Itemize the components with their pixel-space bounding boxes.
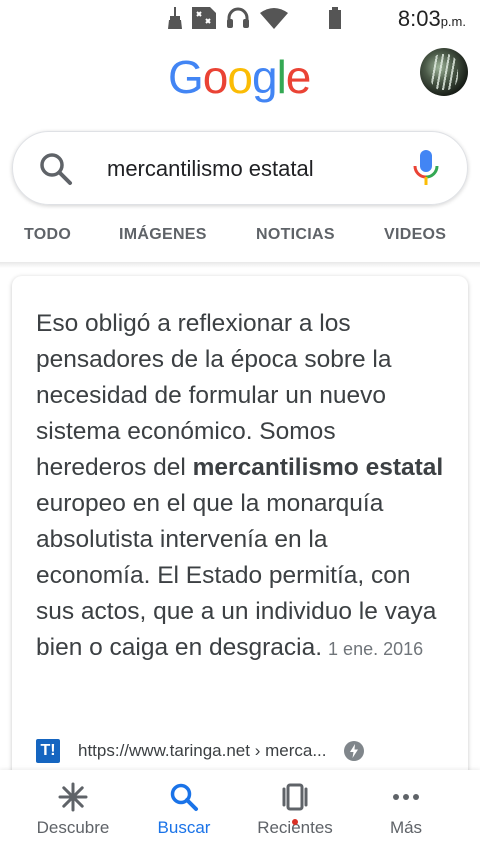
sim-card-icon [192,7,216,29]
more-dots-icon [393,794,419,800]
cleaner-icon [168,7,182,29]
battery-icon [329,7,341,29]
search-tabs: TODO IMÁGENES NOTICIAS VIDEOS [0,226,480,250]
source-link[interactable]: T! https://www.taringa.net › merca... [36,738,446,764]
logo-letter: G [168,51,204,103]
snippet-date: 1 ene. 2016 [328,639,424,659]
snippet-highlight: mercantilismo estatal [192,454,444,481]
status-icons [168,6,342,30]
clock: 8:03p.m. [398,6,466,32]
source-url[interactable]: https://www.taringa.net › merca... [78,741,326,761]
search-bar[interactable]: mercantilismo estatal [12,131,468,205]
nav-more-label: Más [389,818,423,837]
tab-images[interactable]: IMÁGENES [119,226,207,244]
asterisk-icon [58,782,88,812]
tab-all[interactable]: TODO [24,226,71,244]
snippet-text: Eso obligó a reflexionar a los pensadore… [36,306,446,667]
nav-recents[interactable]: Recientes [240,782,350,838]
logo-letter: o [202,51,229,103]
search-icon [170,783,198,811]
tab-news[interactable]: NOTICIAS [256,226,335,244]
nav-discover-label: Descubre [36,818,110,837]
featured-snippet-card[interactable]: Eso obligó a reflexionar a los pensadore… [12,276,468,796]
headset-icon [227,7,249,28]
status-bar: 8:03p.m. [0,0,480,36]
clock-time: 8:03 [397,6,441,31]
avatar[interactable] [420,48,468,96]
logo-letter: o [227,51,253,103]
nav-discover[interactable]: Descubre [18,782,128,838]
recents-icon [282,783,308,811]
notification-dot [292,819,298,825]
logo-letter: l [276,51,287,103]
nav-more[interactable]: Más [351,782,461,838]
logo-letter: g [251,51,278,103]
snippet-text-after: europeo en el que la monarquía absolutis… [36,490,437,661]
nav-search[interactable]: Buscar [129,782,239,838]
tabs-divider [0,262,480,268]
tab-videos[interactable]: VIDEOS [384,226,446,244]
logo-letter: e [285,51,312,103]
wifi-icon [260,8,288,29]
taringa-favicon: T! [36,739,60,763]
google-logo[interactable]: Google [168,50,312,104]
bottom-navigation: Descubre Buscar Recientes Más [0,770,480,854]
search-icon [40,153,72,185]
microphone-icon[interactable] [413,150,439,186]
amp-lightning-icon [344,741,365,761]
nav-search-label: Buscar [157,818,211,837]
clock-ampm: p.m. [440,14,466,29]
search-input[interactable]: mercantilismo estatal [107,156,314,182]
